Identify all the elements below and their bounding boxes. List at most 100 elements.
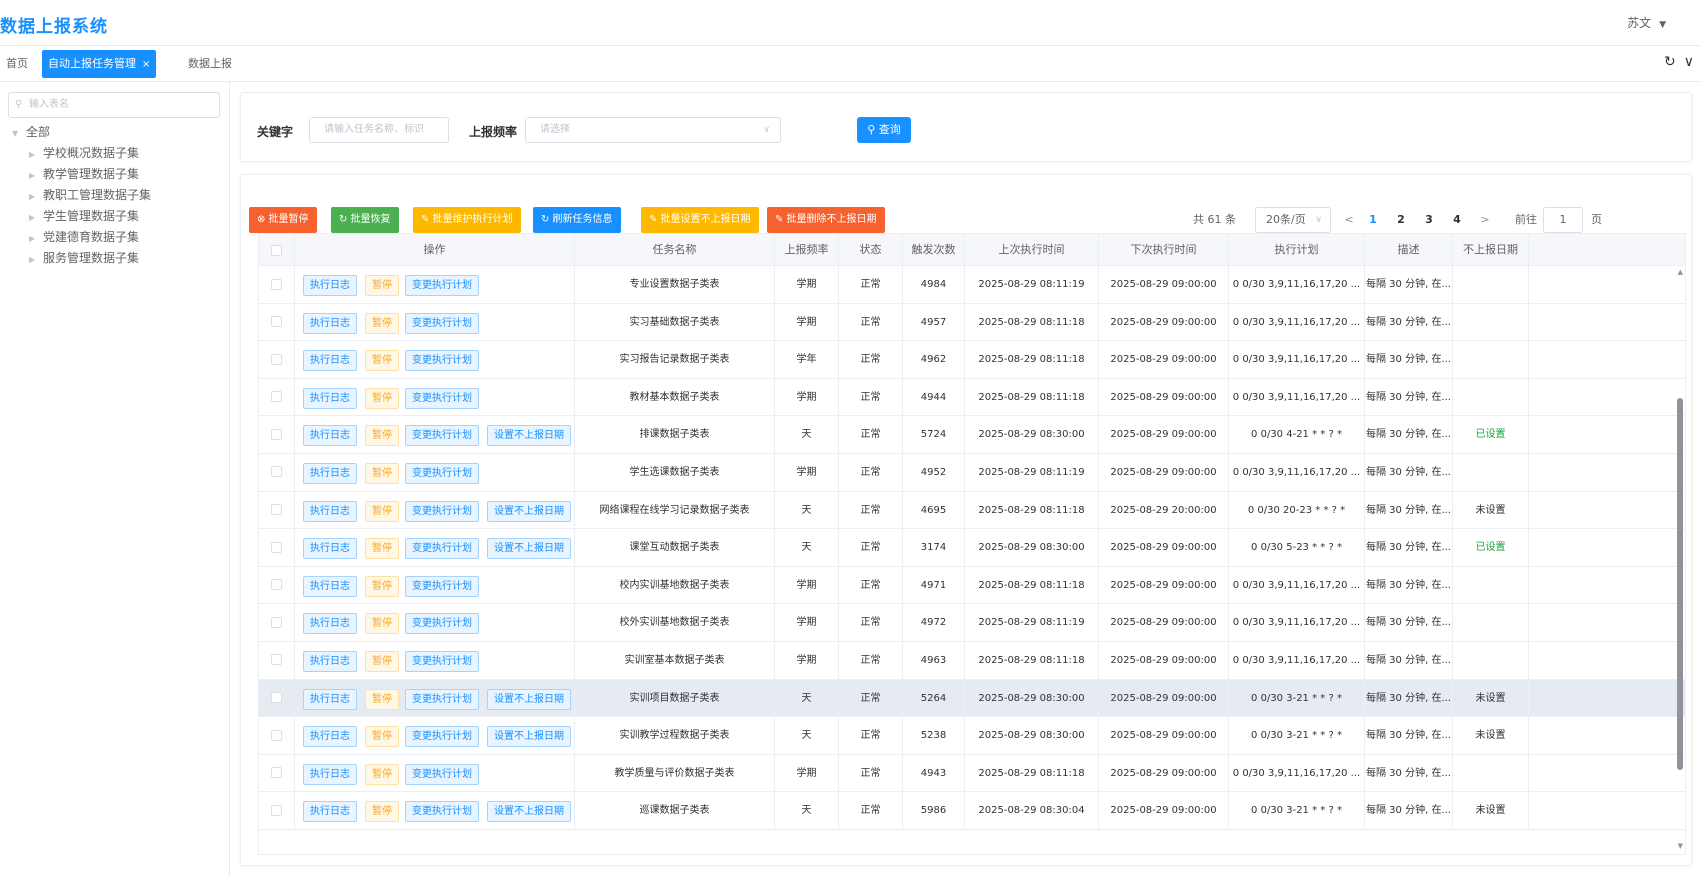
keyword-input[interactable]: 请输入任务名称、标识 (309, 117, 449, 143)
change-plan-button[interactable]: 变更执行计划 (405, 350, 479, 372)
pause-button[interactable]: 暂停 (365, 425, 399, 447)
caret-right-icon[interactable]: ▶ (29, 186, 43, 207)
change-plan-button[interactable]: 变更执行计划 (405, 688, 479, 710)
scroll-up-icon[interactable]: ▲ (1678, 268, 1683, 276)
row-checkbox[interactable] (271, 466, 282, 478)
refresh-tasks-button[interactable]: ↻ 刷新任务信息 (533, 207, 621, 233)
table-row[interactable]: 执行日志 暂停 变更执行计划 设置不上报日期 排课数据子类表天正常 5724 2025-08… (259, 416, 1685, 454)
tree-node[interactable]: ▶ 学校概况数据子集 (12, 143, 151, 164)
tree-node[interactable]: ▶ 党建德育数据子集 (12, 227, 151, 248)
batch-set-no-report-date-button[interactable]: ✎ 批量设置不上报日期 (641, 207, 759, 233)
change-plan-button[interactable]: 变更执行计划 (405, 613, 479, 635)
execution-log-button[interactable]: 执行日志 (303, 462, 357, 484)
set-no-report-date-button[interactable]: 设置不上报日期 (487, 801, 571, 823)
change-plan-button[interactable]: 变更执行计划 (405, 538, 479, 560)
execution-log-button[interactable]: 执行日志 (303, 801, 357, 823)
select-all-checkbox[interactable] (271, 244, 282, 256)
table-row[interactable]: 执行日志 暂停 变更执行计划 设置不上报日期 巡课数据子类表天正常 5986 2025-08… (259, 792, 1685, 830)
row-checkbox[interactable] (271, 541, 282, 553)
change-plan-button[interactable]: 变更执行计划 (405, 275, 479, 296)
set-no-report-date-button[interactable]: 设置不上报日期 (487, 726, 571, 748)
page-button[interactable]: 3 (1421, 207, 1437, 233)
execution-log-button[interactable]: 执行日志 (303, 538, 357, 560)
tree-node[interactable]: ▶ 教职工管理数据子集 (12, 185, 151, 206)
execution-log-button[interactable]: 执行日志 (303, 350, 357, 372)
execution-log-button[interactable]: 执行日志 (303, 650, 357, 672)
execution-log-button[interactable]: 执行日志 (303, 726, 357, 748)
row-checkbox[interactable] (271, 316, 282, 328)
pause-button[interactable]: 暂停 (365, 312, 399, 334)
table-search-input[interactable]: ⚲ 输入表名 (8, 92, 220, 118)
row-checkbox[interactable] (271, 278, 282, 290)
batch-delete-no-report-date-button[interactable]: ✎ 批量删除不上报日期 (767, 207, 885, 233)
execution-log-button[interactable]: 执行日志 (303, 688, 357, 710)
table-scrollbar[interactable]: ▲ ▼ (1677, 268, 1683, 850)
pause-button[interactable]: 暂停 (365, 538, 399, 560)
page-button[interactable]: 1 (1365, 207, 1381, 233)
caret-right-icon[interactable]: ▶ (29, 144, 43, 165)
caret-right-icon[interactable]: ▶ (29, 207, 43, 228)
goto-page-input[interactable]: 1 (1543, 207, 1583, 233)
execution-log-button[interactable]: 执行日志 (303, 613, 357, 635)
pause-button[interactable]: 暂停 (365, 763, 399, 785)
batch-pause-button[interactable]: ⊗ 批量暂停 (249, 207, 317, 233)
table-row[interactable]: 执行日志 暂停 变更执行计划 校内实训基地数据子类表 学期 正常 4971 2025-08-2… (259, 566, 1685, 605)
set-no-report-date-button[interactable]: 设置不上报日期 (487, 688, 571, 710)
query-button[interactable]: ⚲ 查询 (857, 117, 911, 143)
tree-node[interactable]: ▶ 学生管理数据子集 (12, 206, 151, 227)
table-row[interactable]: 执行日志 暂停 变更执行计划 教学质量与评价数据子类表 学期 正常 4943 2025-08-… (259, 754, 1685, 793)
prev-page-button[interactable]: < (1341, 207, 1357, 233)
change-plan-button[interactable]: 变更执行计划 (405, 462, 479, 484)
pause-button[interactable]: 暂停 (365, 350, 399, 372)
table-row[interactable]: 执行日志 暂停 变更执行计划 设置不上报日期 实训项目数据子类表天正常 5264 2025-… (259, 679, 1685, 718)
pause-button[interactable]: 暂停 (365, 387, 399, 409)
pause-button[interactable]: 暂停 (365, 688, 399, 710)
scroll-thumb[interactable] (1677, 398, 1683, 770)
table-row[interactable]: 执行日志 暂停 变更执行计划 设置不上报日期 实训教学过程数据子类表天正常 5238 202… (259, 717, 1685, 755)
execution-log-button[interactable]: 执行日志 (303, 387, 357, 409)
table-row[interactable]: 执行日志 暂停 变更执行计划 设置不上报日期 课堂互动数据子类表天正常 3174 2025-… (259, 529, 1685, 567)
change-plan-button[interactable]: 变更执行计划 (405, 312, 479, 334)
next-page-button[interactable]: > (1477, 207, 1493, 233)
table-row[interactable]: 执行日志 暂停 变更执行计划 校外实训基地数据子类表 学期 正常 4972 2025-08-2… (259, 604, 1685, 642)
table-row[interactable]: 执行日志 暂停 变更执行计划 学生选课数据子类表 学期 正常 4952 2025-08-29 … (259, 453, 1685, 492)
tree-node[interactable]: ▶ 服务管理数据子集 (12, 248, 151, 269)
caret-right-icon[interactable]: ▶ (29, 249, 43, 270)
table-row[interactable]: 执行日志 暂停 变更执行计划 专业设置数据子类表 学期 正常 4984 2025-08-29 … (259, 266, 1685, 304)
execution-log-button[interactable]: 执行日志 (303, 500, 357, 522)
pause-button[interactable]: 暂停 (365, 613, 399, 635)
table-row[interactable]: 执行日志 暂停 变更执行计划 设置不上报日期 网络课程在线学习记录数据子类表天正常 469… (259, 491, 1685, 530)
tree-node[interactable]: ▶ 教学管理数据子集 (12, 164, 151, 185)
execution-log-button[interactable]: 执行日志 (303, 312, 357, 334)
change-plan-button[interactable]: 变更执行计划 (405, 650, 479, 672)
chevron-down-icon[interactable]: ∨ (1684, 54, 1694, 70)
row-checkbox[interactable] (271, 391, 282, 403)
batch-resume-button[interactable]: ↻ 批量恢复 (331, 207, 399, 233)
page-size-select[interactable]: 20条/页 ∨ (1255, 207, 1331, 233)
caret-right-icon[interactable]: ▶ (29, 228, 43, 249)
row-checkbox[interactable] (271, 692, 282, 704)
page-button[interactable]: 2 (1393, 207, 1409, 233)
tree-node-root[interactable]: ▼ 全部 (12, 122, 151, 143)
close-icon[interactable]: × (142, 59, 150, 70)
pause-button[interactable]: 暂停 (365, 575, 399, 597)
caret-down-icon[interactable]: ▼ (12, 123, 26, 144)
pause-button[interactable]: 暂停 (365, 726, 399, 748)
scroll-down-icon[interactable]: ▼ (1678, 842, 1683, 850)
change-plan-button[interactable]: 变更执行计划 (405, 500, 479, 522)
row-checkbox[interactable] (271, 804, 282, 816)
pause-button[interactable]: 暂停 (365, 462, 399, 484)
row-checkbox[interactable] (271, 616, 282, 628)
row-checkbox[interactable] (271, 579, 282, 591)
refresh-icon[interactable]: ↻ (1664, 54, 1676, 70)
pause-button[interactable]: 暂停 (365, 801, 399, 823)
table-row[interactable]: 执行日志 暂停 变更执行计划 教材基本数据子类表 学期 正常 4944 2025-08-29 … (259, 378, 1685, 417)
execution-log-button[interactable]: 执行日志 (303, 275, 357, 296)
set-no-report-date-button[interactable]: 设置不上报日期 (487, 500, 571, 522)
tab-auto-report-task[interactable]: 自动上报任务管理 × (42, 50, 157, 78)
user-menu[interactable]: 苏文 ▼ (1627, 14, 1666, 31)
tab-data-report[interactable]: 数据上报 (182, 50, 238, 78)
row-checkbox[interactable] (271, 729, 282, 741)
change-plan-button[interactable]: 变更执行计划 (405, 387, 479, 409)
change-plan-button[interactable]: 变更执行计划 (405, 801, 479, 823)
